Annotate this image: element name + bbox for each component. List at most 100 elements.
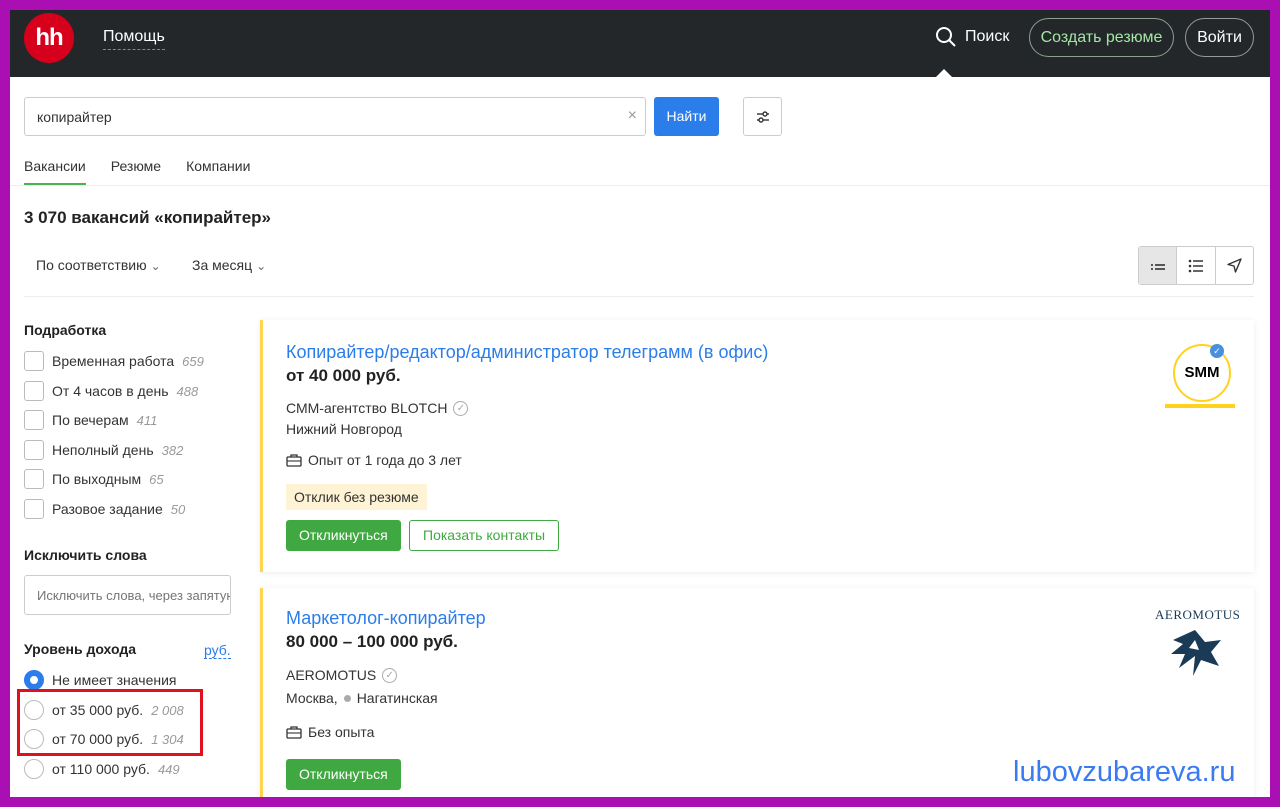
clear-icon[interactable]: × <box>628 107 637 125</box>
filters-divider <box>24 296 1254 297</box>
vacancy-company: AEROMOTUS ✓ <box>286 667 398 683</box>
sort-dropdown[interactable]: По соответствию ⌄ <box>36 257 161 273</box>
option-count: 65 <box>149 471 164 487</box>
work-option-weekends[interactable]: По выходным 65 <box>24 469 164 489</box>
no-resume-tag: Отклик без резюме <box>286 484 427 510</box>
experience-label: Без опыта <box>308 724 375 740</box>
view-switcher <box>1138 246 1254 285</box>
work-option-part-time[interactable]: Неполный день 382 <box>24 440 183 460</box>
metro-label: Нагатинская <box>356 690 438 706</box>
checkbox[interactable] <box>24 381 44 401</box>
currency-switch-link[interactable]: руб. <box>204 642 231 659</box>
sort-label: По соответствию <box>36 257 147 273</box>
compact-list-icon <box>1150 263 1165 270</box>
tab-vacancies[interactable]: Вакансии <box>24 158 86 185</box>
income-option-any[interactable]: Не имеет значения <box>24 670 176 690</box>
work-option-evenings[interactable]: По вечерам 411 <box>24 410 157 430</box>
apply-button[interactable]: Откликнуться <box>286 759 401 790</box>
experience-label: Опыт от 1 года до 3 лет <box>308 452 462 468</box>
chevron-down-icon: ⌄ <box>256 259 267 273</box>
apply-button[interactable]: Откликнуться <box>286 520 401 551</box>
view-list-button[interactable] <box>1177 247 1216 284</box>
period-label: За месяц <box>192 257 253 273</box>
income-heading: Уровень дохода <box>24 641 137 657</box>
highlight-annotation-box <box>17 689 203 756</box>
option-label: По вечерам <box>52 412 129 428</box>
checkbox[interactable] <box>24 351 44 371</box>
vacancy-location: Нижний Новгород <box>286 421 402 437</box>
list-icon <box>1188 259 1203 272</box>
company-logo-text[interactable]: AEROMOTUS <box>1155 607 1240 623</box>
checkbox[interactable] <box>24 499 44 519</box>
vacancy-experience: Опыт от 1 года до 3 лет <box>286 452 462 468</box>
checkbox[interactable] <box>24 410 44 430</box>
top-header: hh Помощь Поиск Создать резюме Войти <box>10 10 1270 77</box>
results-title: 3 070 вакансий «копирайтер» <box>24 208 272 227</box>
option-label: Не имеет значения <box>52 672 177 688</box>
option-label: По выходным <box>52 471 142 487</box>
tab-resume[interactable]: Резюме <box>111 158 161 185</box>
vacancy-card: Копирайтер/редактор/администратор телегр… <box>260 320 1254 572</box>
option-count: 382 <box>161 442 184 458</box>
option-count: 488 <box>176 383 199 399</box>
company-link[interactable]: AEROMOTUS <box>286 667 376 683</box>
work-type-heading: Подработка <box>24 322 107 338</box>
income-option-110000[interactable]: от 110 000 руб. 449 <box>24 759 180 779</box>
create-resume-button[interactable]: Создать резюме <box>1029 18 1174 57</box>
eagle-logo-icon <box>1171 630 1221 676</box>
work-option-temporary[interactable]: Временная работа 659 <box>24 351 204 371</box>
radio[interactable] <box>24 759 44 779</box>
search-nav-link[interactable]: Поиск <box>935 26 1009 48</box>
sliders-icon <box>756 110 769 123</box>
search-tabs: Вакансии Резюме Компании <box>24 158 250 185</box>
vacancy-title-link[interactable]: Копирайтер/редактор/администратор телегр… <box>286 342 768 363</box>
tab-companies[interactable]: Компании <box>186 158 250 185</box>
watermark-text: lubovzubareva.ru <box>1013 756 1236 788</box>
option-count: 50 <box>170 501 186 517</box>
work-option-4-hours[interactable]: От 4 часов в день 488 <box>24 381 198 401</box>
checkbox[interactable] <box>24 440 44 460</box>
briefcase-icon <box>286 726 302 739</box>
option-label: Временная работа <box>52 353 175 369</box>
radio-selected[interactable] <box>24 670 44 690</box>
vacancy-salary: от 40 000 руб. <box>286 366 401 385</box>
help-link[interactable]: Помощь <box>103 28 165 50</box>
vacancy-experience: Без опыта <box>286 724 374 740</box>
hh-logo[interactable]: hh <box>24 13 74 63</box>
vacancy-title-link[interactable]: Маркетолог-копирайтер <box>286 608 486 629</box>
checkbox[interactable] <box>24 469 44 489</box>
briefcase-icon <box>286 454 302 467</box>
search-input[interactable] <box>25 98 645 135</box>
option-label: Неполный день <box>52 442 154 458</box>
advanced-search-button[interactable] <box>743 97 782 136</box>
show-contacts-button[interactable]: Показать контакты <box>409 520 560 551</box>
option-count: 411 <box>136 412 158 428</box>
search-field[interactable]: × <box>24 97 646 136</box>
browser-frame: hh Помощь Поиск Создать резюме Войти × Н… <box>10 10 1270 797</box>
tabs-divider <box>10 185 1270 186</box>
find-button[interactable]: Найти <box>654 97 719 136</box>
verified-badge-icon: ✓ <box>1210 344 1224 358</box>
period-dropdown[interactable]: За месяц ⌄ <box>192 257 266 273</box>
option-label: от 110 000 руб. <box>52 761 150 777</box>
exclude-words-input[interactable] <box>25 576 230 614</box>
option-label: От 4 часов в день <box>52 383 169 399</box>
vacancy-company: СММ-агентство BLOTCH ✓ <box>286 400 469 416</box>
search-nav-label: Поиск <box>965 28 1010 45</box>
search-icon <box>936 27 956 47</box>
exclude-words-field[interactable] <box>24 575 231 615</box>
login-button[interactable]: Войти <box>1185 18 1254 57</box>
vacancy-salary: 80 000 – 100 000 руб. <box>286 632 458 651</box>
active-nav-indicator <box>936 69 952 77</box>
option-count: 449 <box>157 761 180 777</box>
city-label: Москва, <box>286 690 338 706</box>
vacancy-location: Москва, Нагатинская <box>286 690 438 706</box>
work-option-one-time[interactable]: Разовое задание 50 <box>24 499 185 519</box>
view-map-button[interactable] <box>1216 247 1253 284</box>
city-label: Нижний Новгород <box>286 421 402 437</box>
verified-check-icon: ✓ <box>453 400 469 416</box>
company-link[interactable]: СММ-агентство BLOTCH <box>286 400 447 416</box>
logo-stripe <box>1165 404 1235 408</box>
view-compact-button[interactable] <box>1139 247 1178 284</box>
exclude-words-heading: Исключить слова <box>24 547 147 563</box>
